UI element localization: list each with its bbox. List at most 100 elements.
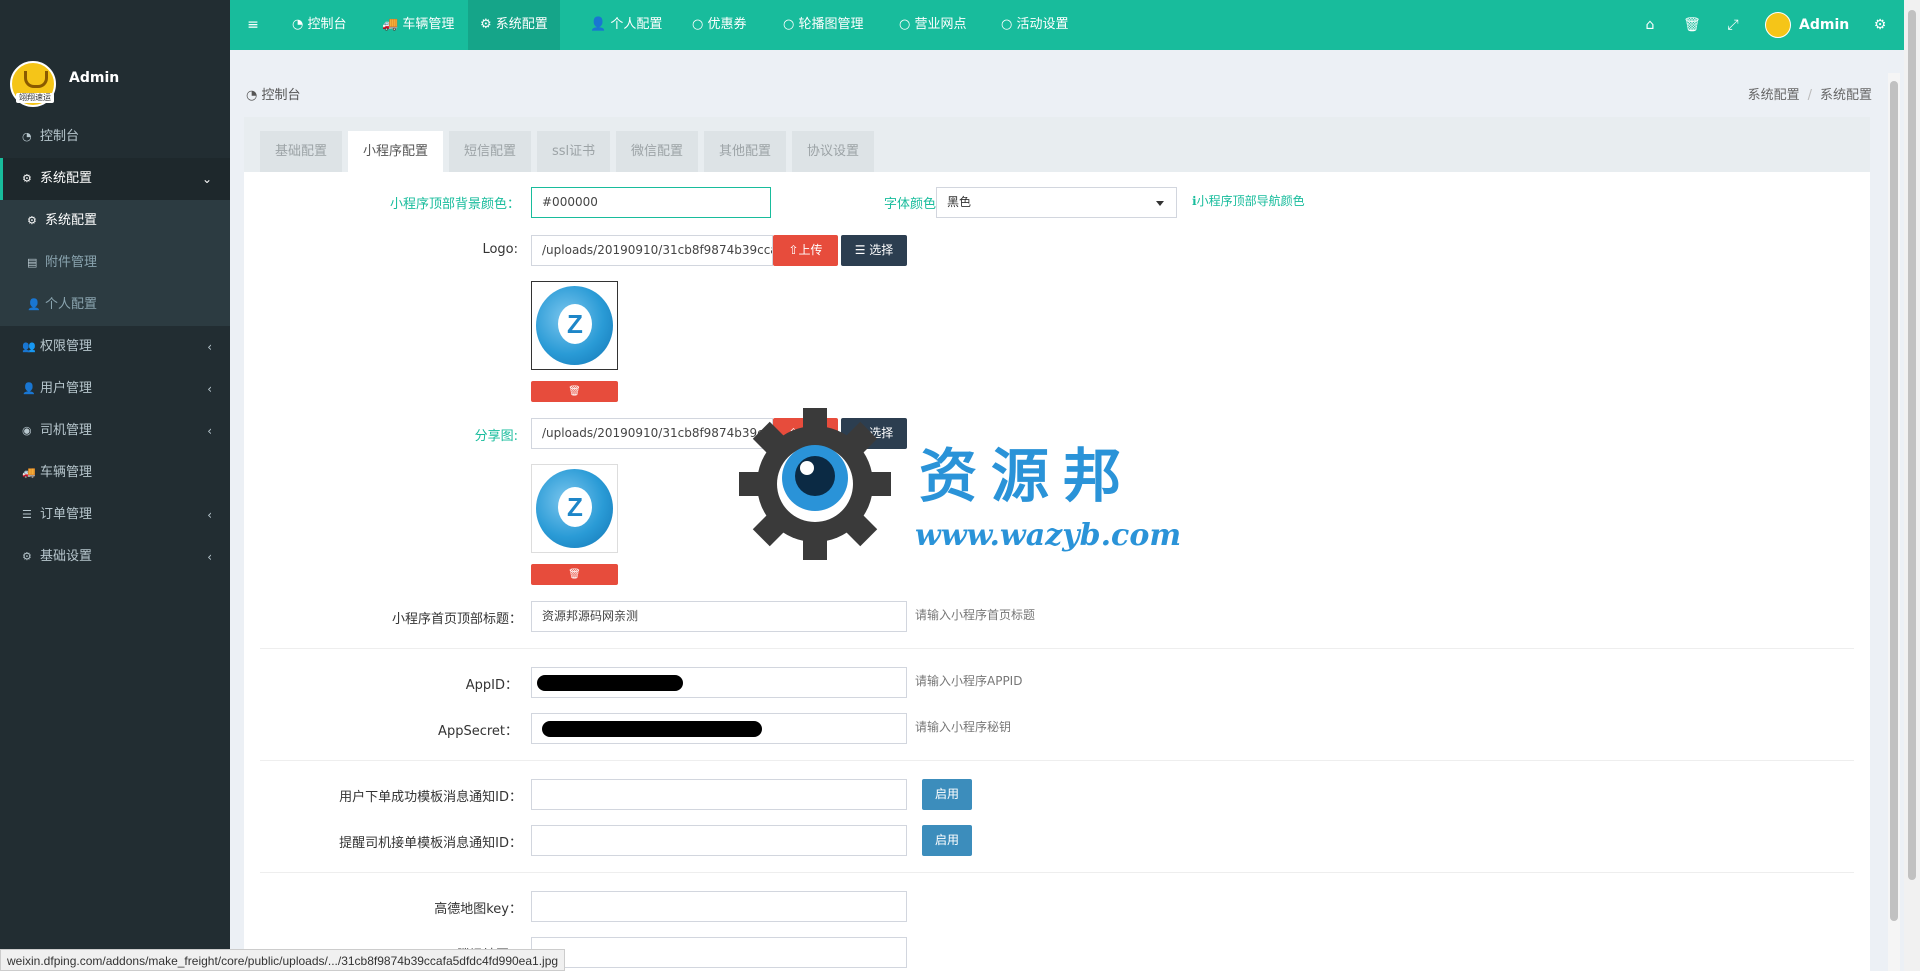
share-delete-button[interactable]: 🗑	[531, 564, 618, 585]
amap-key-input[interactable]	[531, 891, 907, 922]
trash-icon[interactable]: 🗑	[1677, 0, 1707, 50]
logo-choose-button[interactable]: ☰ 选择	[841, 235, 907, 266]
user-circle-icon: ◉	[22, 424, 32, 437]
driver-template-input[interactable]	[531, 825, 907, 856]
sidebar-item-label: 附件管理	[45, 255, 98, 270]
avatar-label: 翊翔速运	[16, 93, 54, 103]
logo-path-input[interactable]: /uploads/20190910/31cb8f9874b39ccafa	[531, 235, 773, 266]
sidebar-item-label: 车辆管理	[40, 465, 93, 480]
topnav-dashboard[interactable]: ◔ 控制台	[280, 0, 359, 50]
dashboard-icon: ◔	[22, 130, 32, 143]
home-icon[interactable]: ⌂	[1635, 0, 1665, 50]
link-status-bar: weixin.dfping.com/addons/make_freight/co…	[0, 949, 566, 971]
sidebar-subitem-system-config[interactable]: ⚙ 系统配置	[0, 200, 230, 242]
tab-wechat[interactable]: 微信配置	[616, 131, 699, 172]
menu-toggle-icon[interactable]: ≡	[238, 0, 268, 50]
home-title-label: 小程序首页顶部标题：	[391, 612, 522, 627]
user-icon: 👤	[22, 382, 36, 395]
topnav-outlets[interactable]: ○ 营业网点	[887, 0, 979, 50]
topnav-activities[interactable]: ○ 活动设置	[989, 0, 1081, 50]
logo-upload-button[interactable]: ⇧上传	[773, 235, 838, 266]
scrollbar-thumb[interactable]	[1908, 10, 1916, 880]
sidebar-subitem-profile[interactable]: 👤 个人配置	[0, 284, 230, 326]
sidebar-item-basic-settings[interactable]: ⚙ 基础设置 ‹	[0, 536, 230, 578]
topnav-label: 控制台	[307, 17, 347, 32]
sidebar-user-name: Admin	[69, 70, 120, 86]
sidebar-subitem-attachments[interactable]: ▤ 附件管理	[0, 242, 230, 284]
bg-color-input[interactable]: #000000	[531, 187, 771, 218]
scrollbar-thumb[interactable]	[1890, 81, 1898, 921]
sidebar-item-vehicles[interactable]: 🚚 车辆管理	[0, 452, 230, 494]
next-field-input[interactable]	[531, 937, 907, 968]
chevron-left-icon: ‹	[207, 340, 212, 354]
breadcrumb-item[interactable]: 系统配置	[1748, 88, 1800, 103]
font-color-help: ℹ小程序顶部导航颜色	[1192, 192, 1305, 209]
user-icon: 👤	[590, 17, 607, 32]
user-icon: 👤	[27, 298, 41, 311]
topnav-carousel[interactable]: ○ 轮播图管理	[771, 0, 876, 50]
tab-miniprogram[interactable]: 小程序配置	[348, 131, 444, 172]
font-color-select[interactable]: 黑色	[936, 187, 1177, 218]
redaction-mark	[537, 675, 683, 691]
sidebar-item-label: 权限管理	[40, 339, 93, 354]
watermark-title: 资源邦	[919, 442, 1136, 510]
topnav-label: 活动设置	[1016, 17, 1069, 32]
caret-down-icon	[1156, 201, 1164, 206]
truck-icon: 🚚	[382, 17, 399, 32]
home-title-input[interactable]: 资源邦源码网亲测	[531, 601, 907, 632]
sidebar-item-system-config[interactable]: ⚙ 系统配置 ⌄	[0, 158, 230, 200]
circle-icon: ○	[692, 17, 704, 32]
topnav-coupons[interactable]: ○ 优惠券	[680, 0, 759, 50]
gear-icon: ⚙	[22, 550, 32, 563]
topnav-system-config[interactable]: ⚙ 系统配置	[468, 0, 560, 50]
appid-input[interactable]	[531, 667, 907, 698]
sidebar-item-label: 订单管理	[40, 507, 93, 522]
tab-other[interactable]: 其他配置	[704, 131, 787, 172]
gear-logo-icon	[739, 408, 891, 560]
topnav-label: 优惠券	[707, 17, 747, 32]
window-scrollbar[interactable]	[1904, 0, 1920, 971]
topnav-vehicles[interactable]: 🚚 车辆管理	[370, 0, 466, 50]
dashboard-icon: ◔	[246, 88, 258, 103]
sidebar-item-label: 用户管理	[40, 381, 93, 396]
topnav-label: 个人配置	[610, 17, 663, 32]
topnav-profile[interactable]: 👤 个人配置	[578, 0, 674, 50]
sidebar-menu: ◔ 控制台 ⚙ 系统配置 ⌄ ⚙ 系统配置 ▤ 附件管理 👤 个人配置 👥 权限管理 ‹ 👤 用户…	[0, 116, 230, 578]
list-alt-icon: ☰	[22, 508, 32, 521]
font-color-label: 字体颜色：	[883, 197, 949, 212]
sidebar-item-users[interactable]: 👤 用户管理 ‹	[0, 368, 230, 410]
home-title-help: 请输入小程序首页标题	[915, 608, 1036, 622]
font-color-help-text: 小程序顶部导航颜色	[1196, 194, 1305, 208]
tab-basic[interactable]: 基础配置	[260, 131, 343, 172]
gear-icon: ⚙	[27, 214, 37, 227]
appid-help: 请输入小程序APPID	[915, 674, 1023, 688]
font-color-value: 黑色	[947, 195, 972, 209]
divider	[260, 760, 1854, 761]
watermark-url: www.wazyb.com	[915, 518, 1182, 553]
tab-sms[interactable]: 短信配置	[449, 131, 532, 172]
page-title-text: 控制台	[261, 88, 301, 103]
group-icon: 👥	[22, 340, 36, 353]
cogs-icon: ⚙	[22, 172, 32, 185]
fullscreen-icon[interactable]: ⤢	[1718, 0, 1748, 50]
sidebar-item-permissions[interactable]: 👥 权限管理 ‹	[0, 326, 230, 368]
logo-delete-button[interactable]: 🗑	[531, 381, 618, 402]
settings-icon[interactable]: ⚙	[1865, 0, 1895, 50]
amap-key-label: 高德地图key：	[434, 902, 522, 917]
top-user-menu[interactable]: Admin	[1765, 0, 1849, 50]
sidebar-item-label: 基础设置	[40, 549, 93, 564]
list-icon: ☰	[854, 243, 866, 257]
tab-ssl[interactable]: ssl证书	[537, 131, 611, 172]
appsecret-input[interactable]	[531, 713, 907, 744]
sidebar-item-dashboard[interactable]: ◔ 控制台	[0, 116, 230, 158]
content-scrollbar[interactable]	[1888, 73, 1900, 971]
topnav-label: 营业网点	[914, 17, 967, 32]
share-image-preview[interactable]: Z	[531, 464, 618, 553]
sidebar-item-drivers[interactable]: ◉ 司机管理 ‹	[0, 410, 230, 452]
order-template-enable-button[interactable]: 启用	[922, 779, 972, 810]
sidebar-item-orders[interactable]: ☰ 订单管理 ‹	[0, 494, 230, 536]
order-template-input[interactable]	[531, 779, 907, 810]
tab-agreement[interactable]: 协议设置	[792, 131, 875, 172]
logo-preview[interactable]: Z	[531, 281, 618, 370]
driver-template-enable-button[interactable]: 启用	[922, 825, 972, 856]
